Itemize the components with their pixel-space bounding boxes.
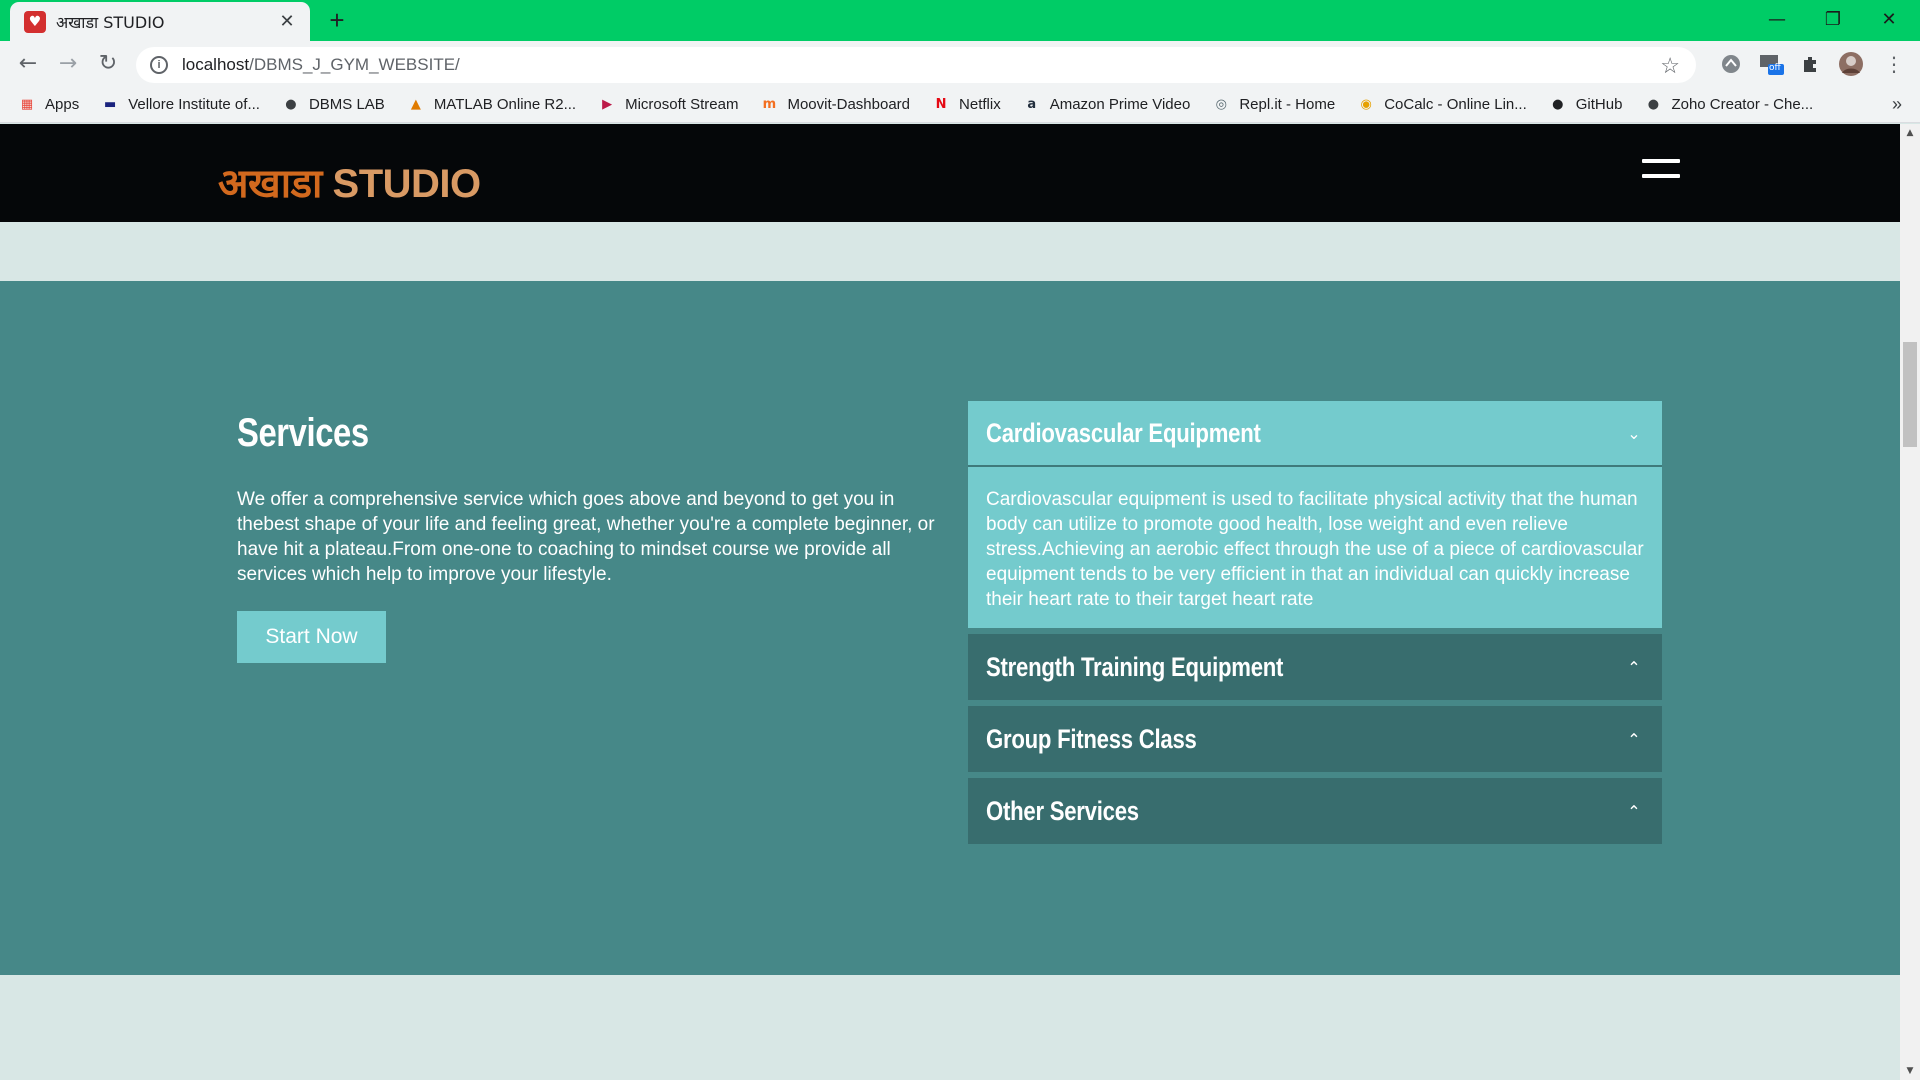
bookmark-item[interactable]: ▦ Apps bbox=[18, 96, 79, 114]
bookmark-item[interactable]: ◎ Repl.it - Home bbox=[1212, 96, 1336, 114]
bookmark-label: DBMS LAB bbox=[308, 96, 385, 113]
bookmark-item[interactable]: ● GitHub bbox=[1549, 96, 1623, 114]
site-info-icon[interactable]: i bbox=[150, 56, 168, 74]
scroll-up-arrow-icon[interactable]: ▲ bbox=[1900, 124, 1920, 142]
accordion-title: Strength Training Equipment bbox=[986, 651, 1284, 682]
browser-tab-strip: ♥ अखाडा STUDIO ✕ + — ❐ ✕ bbox=[0, 0, 1920, 41]
netflix-icon: N bbox=[935, 97, 947, 112]
accordion-title: Cardiovascular Equipment bbox=[986, 417, 1261, 448]
vit-icon: ▬ bbox=[104, 97, 117, 112]
page-scrollbar[interactable]: ▲ ▼ bbox=[1900, 124, 1920, 1080]
accordion-item: Strength Training Equipment ⌃ bbox=[968, 634, 1662, 700]
bookmark-label: Netflix bbox=[959, 96, 1001, 113]
bookmark-item[interactable]: ◉ CoCalc - Online Lin... bbox=[1357, 96, 1527, 114]
bookmark-item[interactable]: ● DBMS LAB bbox=[282, 96, 385, 114]
logo-english: STUDIO bbox=[321, 162, 482, 206]
bookmarks-bar: ▦ Apps ▬ Vellore Institute of... ● DBMS LAB ▲ M… bbox=[0, 87, 1920, 123]
chevron-up-icon[interactable]: ⌃ bbox=[1624, 658, 1644, 677]
reload-button[interactable]: ↻ bbox=[92, 48, 124, 80]
bookmark-label: Apps bbox=[45, 96, 80, 113]
globe-icon: ● bbox=[1647, 97, 1660, 112]
url-path: /DBMS_J_GYM_WEBSITE/ bbox=[249, 55, 460, 74]
bookmark-label: GitHub bbox=[1575, 96, 1623, 113]
logo-hindi: अखाडा bbox=[218, 161, 322, 207]
accordion-item: Group Fitness Class ⌃ bbox=[968, 706, 1662, 772]
scrollbar-thumb[interactable] bbox=[1903, 342, 1917, 447]
accordion-title: Other Services bbox=[986, 795, 1139, 826]
bookmark-label: Amazon Prime Video bbox=[1049, 96, 1191, 113]
services-section: Services We offer a comprehensive servic… bbox=[0, 281, 1900, 975]
new-tab-button[interactable]: + bbox=[323, 6, 351, 34]
page-viewport: अखाडा STUDIO Services We offer a compreh… bbox=[0, 124, 1900, 1080]
bookmark-item[interactable]: ▬ Vellore Institute of... bbox=[101, 96, 260, 114]
bookmark-item[interactable]: N Netflix bbox=[932, 96, 1001, 114]
scroll-down-arrow-icon[interactable]: ▼ bbox=[1900, 1062, 1920, 1080]
apps-grid-icon: ▦ bbox=[20, 97, 34, 112]
extensions-puzzle-icon[interactable] bbox=[1797, 50, 1825, 78]
bookmark-label: Repl.it - Home bbox=[1239, 96, 1336, 113]
accordion-item: Cardiovascular Equipment ⌄ Cardiovascular … bbox=[968, 401, 1662, 628]
forward-button[interactable]: → bbox=[52, 48, 84, 80]
extension-badge: off bbox=[1769, 63, 1781, 73]
bookmark-star-icon[interactable]: ☆ bbox=[1660, 53, 1680, 79]
accordion-item: Other Services ⌃ bbox=[968, 778, 1662, 844]
moovit-icon: m bbox=[762, 97, 777, 112]
bookmarks-overflow-icon[interactable]: » bbox=[1892, 94, 1902, 115]
chevron-down-icon[interactable]: ⌄ bbox=[1624, 424, 1644, 443]
amazon-icon: a bbox=[1027, 97, 1037, 112]
tab-title: अखाडा STUDIO bbox=[56, 12, 165, 32]
services-title: Services bbox=[237, 411, 369, 455]
bookmark-item[interactable]: ● Zoho Creator - Che... bbox=[1644, 96, 1813, 114]
accordion-header[interactable]: Other Services ⌃ bbox=[968, 778, 1662, 844]
start-now-button[interactable]: Start Now bbox=[237, 611, 386, 663]
window-close-button[interactable]: ✕ bbox=[1866, 4, 1912, 36]
replit-icon: ◎ bbox=[1215, 97, 1227, 112]
accordion-body: Cardiovascular equipment is used to faci… bbox=[968, 467, 1662, 628]
profile-avatar[interactable] bbox=[1837, 50, 1865, 78]
chevron-up-icon[interactable]: ⌃ bbox=[1624, 802, 1644, 821]
bookmark-item[interactable]: ▲ MATLAB Online R2... bbox=[407, 96, 576, 114]
bookmark-label: Zoho Creator - Che... bbox=[1671, 96, 1814, 113]
minimize-button[interactable]: — bbox=[1754, 4, 1800, 36]
bookmark-label: Moovit-Dashboard bbox=[787, 96, 911, 113]
bookmark-item[interactable]: a Amazon Prime Video bbox=[1023, 96, 1191, 114]
stream-icon: ▶ bbox=[602, 97, 613, 112]
accordion-header[interactable]: Cardiovascular Equipment ⌄ bbox=[968, 401, 1662, 467]
gym-favicon-icon: ♥ bbox=[24, 10, 46, 33]
github-icon: ● bbox=[1552, 97, 1564, 112]
bookmark-label: CoCalc - Online Lin... bbox=[1384, 96, 1527, 113]
accordion-title: Group Fitness Class bbox=[986, 723, 1197, 754]
browser-toolbar: ← → ↻ i localhost /DBMS_J_GYM_WEBSITE/ ☆… bbox=[0, 41, 1920, 87]
extension-off-icon[interactable]: off bbox=[1757, 50, 1785, 78]
cocalc-icon: ◉ bbox=[1360, 97, 1372, 112]
services-description: We offer a comprehensive service which g… bbox=[237, 489, 935, 585]
matlab-icon: ▲ bbox=[410, 97, 421, 112]
site-navbar: अखाडा STUDIO bbox=[0, 124, 1900, 222]
globe-icon: ● bbox=[285, 97, 297, 112]
bookmark-item[interactable]: ▶ Microsoft Stream bbox=[598, 96, 738, 114]
services-accordion: Cardiovascular Equipment ⌄ Cardiovascular … bbox=[968, 401, 1662, 850]
bookmark-label: Microsoft Stream bbox=[625, 96, 739, 113]
chevron-up-icon[interactable]: ⌃ bbox=[1624, 730, 1644, 749]
maximize-button[interactable]: ❐ bbox=[1810, 4, 1856, 36]
address-bar[interactable]: i localhost /DBMS_J_GYM_WEBSITE/ ☆ bbox=[136, 47, 1696, 83]
url-host: localhost bbox=[182, 55, 250, 74]
accordion-header[interactable]: Strength Training Equipment ⌃ bbox=[968, 634, 1662, 700]
back-button[interactable]: ← bbox=[12, 48, 44, 80]
tab-close-icon[interactable]: ✕ bbox=[276, 11, 298, 32]
extension-icon[interactable] bbox=[1717, 50, 1745, 78]
site-logo[interactable]: अखाडा STUDIO bbox=[218, 154, 481, 209]
accordion-header[interactable]: Group Fitness Class ⌃ bbox=[968, 706, 1662, 772]
browser-menu-icon[interactable]: ⋮ bbox=[1878, 48, 1910, 80]
bookmark-label: MATLAB Online R2... bbox=[433, 96, 577, 113]
bookmark-label: Vellore Institute of... bbox=[128, 96, 260, 113]
hamburger-menu-icon[interactable] bbox=[1642, 159, 1682, 183]
browser-tab[interactable]: ♥ अखाडा STUDIO ✕ bbox=[10, 2, 310, 41]
bookmark-item[interactable]: m Moovit-Dashboard bbox=[760, 96, 910, 114]
